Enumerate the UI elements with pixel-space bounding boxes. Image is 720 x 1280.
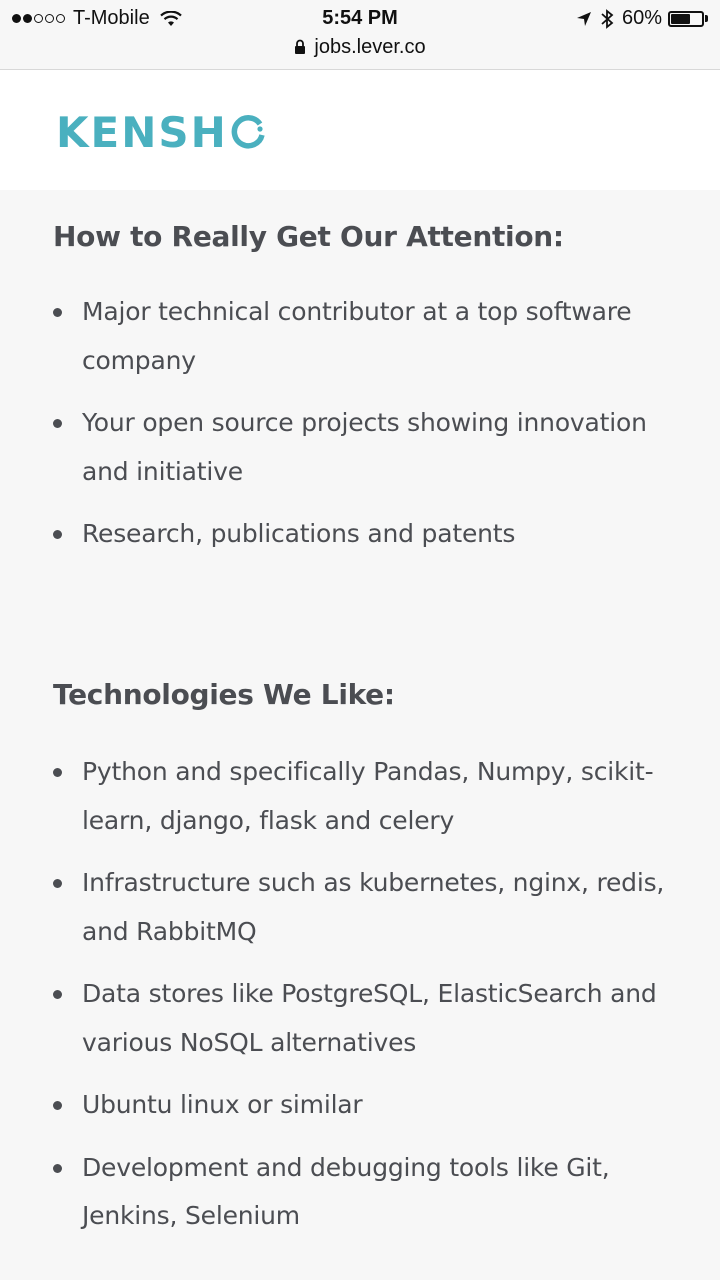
list-item: Python and specifically Pandas, Numpy, s… xyxy=(53,748,673,845)
battery-percent: 60% xyxy=(621,7,662,29)
bullet-icon xyxy=(53,879,62,888)
list-item: Infrastructure such as kubernetes, nginx… xyxy=(53,859,673,956)
bullet-icon xyxy=(53,530,62,539)
list-item: Your open source projects showing innova… xyxy=(53,399,673,496)
bullet-icon xyxy=(53,1163,62,1173)
bluetooth-icon xyxy=(601,8,614,29)
bullet-icon xyxy=(53,419,62,428)
logo-text: KENSH xyxy=(56,108,228,157)
list-item: Ubuntu linux or similar xyxy=(53,1081,673,1130)
url-text[interactable]: jobs.lever.co xyxy=(314,36,425,59)
list-item: Development and debugging tools like Git… xyxy=(53,1144,673,1241)
battery-level-fill xyxy=(671,13,691,24)
list-item: Major technical contributor at a top sof… xyxy=(53,288,673,385)
page-header: KENSH xyxy=(0,70,720,190)
list-item: Research, publications and patents xyxy=(53,510,673,559)
url-bar[interactable]: jobs.lever.co xyxy=(0,36,720,70)
section-title-attention: How to Really Get Our Attention: xyxy=(53,220,564,253)
status-right: 60% xyxy=(576,7,708,30)
bullet-icon xyxy=(53,768,62,777)
technologies-list: Python and specifically Pandas, Numpy, s… xyxy=(53,748,673,1241)
attention-list: Major technical contributor at a top sof… xyxy=(53,288,673,559)
bullet-icon xyxy=(53,990,62,999)
logo-o-mark-icon xyxy=(231,114,265,149)
section-title-technologies: Technologies We Like: xyxy=(53,678,395,711)
location-arrow-icon xyxy=(576,11,591,26)
bullet-icon xyxy=(53,308,62,317)
battery-icon xyxy=(668,10,704,27)
kensho-logo[interactable]: KENSH xyxy=(56,108,266,157)
lock-icon xyxy=(295,39,306,54)
list-item: Data stores like PostgreSQL, ElasticSear… xyxy=(53,970,673,1067)
status-bar: T-Mobile 5:54 PM 60% xyxy=(0,0,720,36)
bullet-icon xyxy=(53,1101,62,1110)
